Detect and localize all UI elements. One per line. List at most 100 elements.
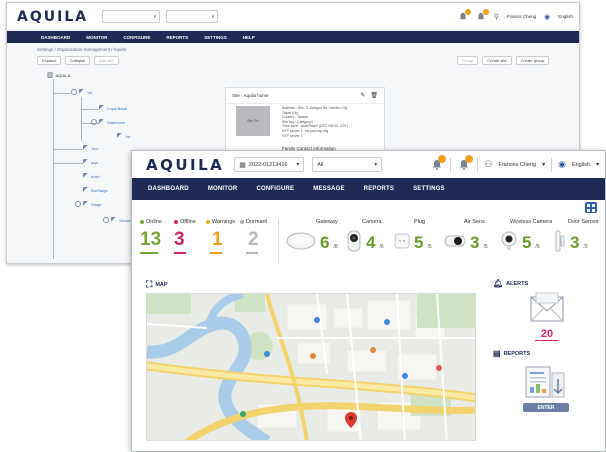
back-filter-selector[interactable]: ▾ <box>166 10 219 23</box>
device-camera[interactable]: Camera 4/6 <box>346 219 384 253</box>
device-air-sensor[interactable]: Air Sens 3/5 <box>444 219 488 253</box>
tree-node[interactable]: Stage <box>75 201 101 207</box>
tree-node-label: 1st <box>87 89 93 95</box>
collapse-button[interactable]: Collapse <box>64 56 91 65</box>
tree-node-label: Stanhome <box>107 119 126 125</box>
user-icon[interactable]: ⚲ <box>494 13 499 21</box>
notification-icon[interactable] <box>430 154 447 172</box>
report-icon: ▤ <box>493 349 501 358</box>
status-online[interactable]: Online 13 <box>140 219 162 254</box>
device-camera-row: 4/6 <box>346 229 384 253</box>
back-nav-settings[interactable]: SETTINGS <box>204 35 227 40</box>
status-offline-label: Offline <box>174 219 196 225</box>
alerts-heading: 🔔︎ ALERTS <box>493 279 528 288</box>
back-language[interactable]: English <box>558 14 573 19</box>
nav-reports[interactable]: REPORTS <box>364 186 394 192</box>
nav-settings[interactable]: SETTINGS <box>413 186 445 192</box>
front-user-name[interactable]: Frances Cheng <box>498 162 536 168</box>
chevron-down-icon[interactable]: ▾ <box>542 161 545 168</box>
edit-icon[interactable]: ✎ <box>360 92 365 99</box>
device-gateway[interactable]: Gateway 6/8 <box>286 219 338 253</box>
back-top-right: ⚲ Francis Cheng ◉ English <box>458 8 573 22</box>
create-site-button[interactable]: Create site <box>482 56 512 65</box>
back-nav-reports[interactable]: REPORTS <box>166 35 188 40</box>
device-air-sensor-total: /5 <box>483 244 488 250</box>
device-plug-total: /5 <box>427 244 432 250</box>
alerts-envelope-button[interactable] <box>528 291 566 325</box>
map-icon: ⛶ <box>146 279 153 289</box>
tree-node[interactable]: aqa <box>83 159 98 165</box>
create-group-button[interactable]: Create group <box>515 56 549 65</box>
status-online-text: Online <box>146 219 162 225</box>
tag-icon <box>111 217 117 223</box>
nav-monitor[interactable]: MONITOR <box>208 186 238 192</box>
device-gateway-count: 6 <box>320 233 330 252</box>
map-canvas[interactable] <box>147 294 476 441</box>
alarm-icon[interactable] <box>476 8 489 22</box>
back-user-name[interactable]: Francis Cheng <box>507 14 536 19</box>
back-site-selector[interactable]: ▾ <box>102 10 161 23</box>
device-plug-count: 5 <box>414 233 424 252</box>
front-language[interactable]: English <box>572 162 590 168</box>
chevron-down-icon[interactable]: ▾ <box>596 161 599 168</box>
notification-badge <box>438 154 447 163</box>
divider <box>450 157 452 172</box>
status-dormant[interactable]: Dormant 2 <box>240 219 267 254</box>
tree-node[interactable]: Stanhome <box>91 119 125 125</box>
expand-button[interactable]: Expand <box>37 56 61 65</box>
back-nav-monitor[interactable]: MONITOR <box>86 35 107 40</box>
status-offline-text: Offline <box>180 219 196 225</box>
delete-icon[interactable]: 🗑 <box>370 92 378 99</box>
alerts-count[interactable]: 20 <box>535 328 559 341</box>
tree-node[interactable]: Loyal Bank <box>99 105 127 111</box>
screenshot-composite: AQUILA ▾ ▾ ⚲ Francis Cheng ◉ English DAS… <box>0 0 606 452</box>
tree-node[interactable]: Second <box>103 217 133 223</box>
nav-dashboard[interactable]: DASHBOARD <box>148 186 189 192</box>
site-map[interactable] <box>146 293 476 441</box>
tree-node[interactable]: 1ed <box>83 145 98 151</box>
status-warnings[interactable]: Warnings 1 <box>206 219 235 254</box>
alarm-icon[interactable] <box>457 154 474 172</box>
tag-icon <box>99 119 105 125</box>
user-icon[interactable]: ⚇ <box>484 159 492 170</box>
dot-icon <box>240 220 244 224</box>
site-info: Address : Sec. 3, Jianguo Rd, Nantou Cit… <box>282 106 348 138</box>
chevron-down-icon: ▾ <box>374 162 378 168</box>
back-nav-configure[interactable]: CONFIGURE <box>123 35 150 40</box>
device-wireless-camera-name: Wireless Camera <box>510 219 553 225</box>
globe-icon[interactable]: ◉ <box>544 13 550 21</box>
tree-root[interactable]: ▥ AQUILA <box>47 71 70 79</box>
device-wireless-camera[interactable]: Wireless Camera 5/5 <box>500 219 552 253</box>
reports-enter-button[interactable]: ENTER <box>523 403 569 412</box>
tree-node[interactable]: hotel <box>83 173 100 179</box>
device-plug-row: 5/5 <box>394 229 432 253</box>
device-camera-total: /6 <box>379 244 384 250</box>
status-offline[interactable]: Offline 3 <box>174 219 196 254</box>
add-site-button[interactable]: Add site <box>94 56 119 65</box>
nav-message[interactable]: MESSAGE <box>313 186 344 192</box>
tag-icon <box>79 89 85 95</box>
tag-icon <box>83 159 89 165</box>
tree-connector <box>53 149 83 150</box>
site-info-line: Address : Sec. 3, Jianguo Rd, Nantou Cit… <box>282 106 348 110</box>
device-door-sensor[interactable]: Door Sensor 3/3 <box>554 219 599 253</box>
tree-node[interactable]: 1st <box>71 89 92 95</box>
nav-configure[interactable]: CONFIGURE <box>256 186 294 192</box>
building-icon: ▥ <box>47 72 54 79</box>
alarm-badge <box>465 154 474 163</box>
site-photo: Site Pic <box>236 106 270 136</box>
tree-node[interactable]: BarStage <box>83 187 108 193</box>
device-camera-name: Camera <box>362 219 382 225</box>
device-plug[interactable]: Plug 5/5 <box>394 219 432 253</box>
site-card-actions: ✎ 🗑 <box>360 92 378 99</box>
back-nav-help[interactable]: HELP <box>243 35 255 40</box>
globe-icon[interactable]: ◉ <box>558 159 566 170</box>
layout-grid-button[interactable] <box>585 202 597 213</box>
notification-icon[interactable] <box>458 8 471 22</box>
site-filter-selector[interactable]: All ▾ <box>312 157 383 172</box>
tree-node[interactable]: 1st <box>117 133 130 139</box>
date-selector[interactable]: ▦ 2022-01213416 ▾ <box>234 157 305 172</box>
group-button[interactable]: Group <box>457 56 479 65</box>
back-nav-dashboard[interactable]: DASHBOARD <box>41 35 70 40</box>
device-gateway-total: /8 <box>333 244 338 250</box>
